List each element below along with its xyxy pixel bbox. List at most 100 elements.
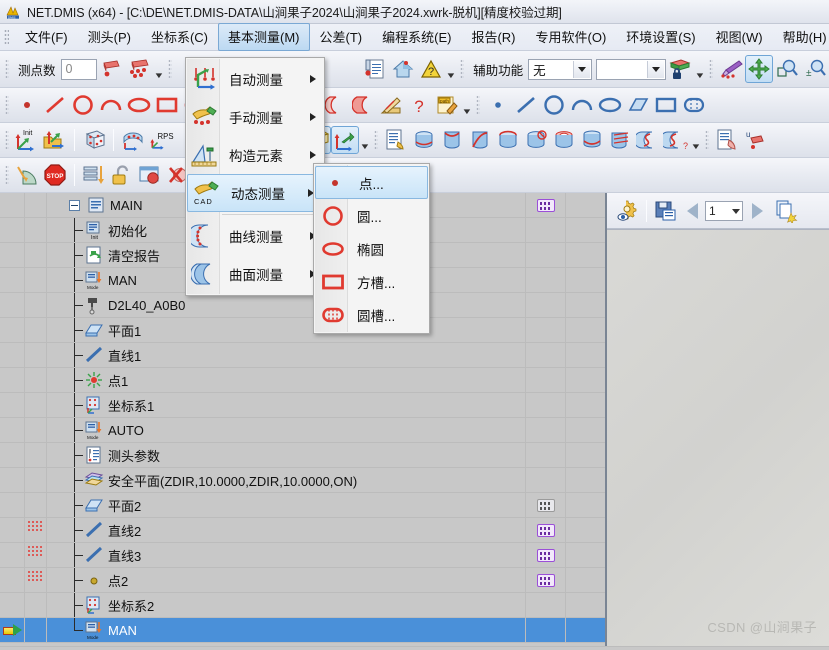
toolbar-overflow-3[interactable] <box>694 56 706 82</box>
bulb-on-icon[interactable] <box>30 522 41 538</box>
row-label-cell[interactable]: 平面1 <box>47 318 526 342</box>
row-label-cell[interactable]: 点2 <box>47 568 526 592</box>
zoom-window-icon[interactable] <box>773 55 801 83</box>
bulb-off-icon[interactable] <box>30 372 41 388</box>
menu-report[interactable]: 报告(R) <box>461 23 525 51</box>
feature-rect-slot-icon[interactable] <box>652 91 680 119</box>
row-bulb-cell[interactable] <box>25 368 47 392</box>
row-keyboard-cell[interactable] <box>526 318 566 342</box>
menu-programming-system[interactable]: 编程系统(E) <box>372 23 461 51</box>
menu-basic-measure[interactable]: 基本测量(M) <box>218 23 310 51</box>
row-marker-cell[interactable] <box>0 268 25 292</box>
row-marker-cell[interactable] <box>0 493 25 517</box>
row-label-cell[interactable]: 直线3 <box>47 543 526 567</box>
toolbar-grip-3[interactable] <box>460 59 464 80</box>
bulb-off-icon[interactable] <box>30 322 41 338</box>
report-canvas[interactable]: CSDN @山涧果子 <box>607 229 829 646</box>
menu-help[interactable]: 帮助(H) <box>773 23 829 51</box>
row-marker-cell[interactable] <box>0 443 25 467</box>
row-bulb-cell[interactable] <box>25 418 47 442</box>
row-bulb-cell[interactable] <box>25 543 47 567</box>
menu-coordinate-system[interactable]: 坐标系(C) <box>141 23 218 51</box>
element-arc-icon[interactable] <box>97 91 125 119</box>
feature-round-slot-icon[interactable] <box>680 91 708 119</box>
toolbar-grip-7[interactable] <box>5 130 9 151</box>
menu-file[interactable]: 文件(F) <box>15 23 78 51</box>
aux-function-select[interactable]: 无 <box>528 59 592 80</box>
row-marker-cell[interactable] <box>0 318 25 342</box>
row-label-cell[interactable]: 点1 <box>47 368 526 392</box>
feature-point-icon[interactable] <box>484 91 512 119</box>
row-marker-cell[interactable] <box>0 518 25 542</box>
menu-item-dynamic-measure[interactable]: CAD 动态测量 <box>187 174 323 212</box>
tree-expander-collapse-icon[interactable] <box>69 200 80 211</box>
stop-icon[interactable]: STOP <box>41 161 69 189</box>
multi-point-eraser-icon[interactable] <box>125 55 153 83</box>
init-coordinate-icon[interactable]: Init <box>13 126 41 154</box>
row-keyboard-cell[interactable] <box>526 218 566 242</box>
submenu-item-point[interactable]: 点... <box>315 166 428 199</box>
feature-plane-icon[interactable] <box>624 91 652 119</box>
feature-line-icon[interactable] <box>512 91 540 119</box>
row-bulb-cell[interactable] <box>25 393 47 417</box>
next-page-icon[interactable] <box>752 203 763 219</box>
row-bulb-cell[interactable] <box>25 518 47 542</box>
table-row[interactable]: 点1 <box>0 368 605 393</box>
toolbar-grip-5[interactable] <box>5 95 9 116</box>
feature-circle-icon[interactable] <box>540 91 568 119</box>
keyboard-icon[interactable] <box>537 524 555 537</box>
row-marker-cell[interactable] <box>0 218 25 242</box>
element-rect-slot-icon[interactable] <box>153 91 181 119</box>
cylinder-cross-icon[interactable] <box>522 126 550 154</box>
row-label-cell[interactable]: 安全平面(ZDIR,10.0000,ZDIR,10.0000,ON) <box>47 468 526 492</box>
report-page-icon[interactable] <box>713 126 741 154</box>
chevron-down-icon[interactable] <box>573 61 590 78</box>
row-keyboard-cell[interactable] <box>526 368 566 392</box>
report-list-icon[interactable] <box>382 126 410 154</box>
table-row[interactable]: D2L40_A0B0 <box>0 293 605 318</box>
cylinder-top-measure-icon[interactable] <box>410 126 438 154</box>
bulb-on-icon[interactable] <box>30 547 41 563</box>
settings-eye-icon[interactable] <box>613 197 641 225</box>
element-point-icon[interactable] <box>13 91 41 119</box>
table-row[interactable]: 直线1 <box>0 343 605 368</box>
row-keyboard-cell[interactable] <box>526 543 566 567</box>
zoom-in-out-icon[interactable]: ± <box>801 55 829 83</box>
row-marker-cell[interactable] <box>0 368 25 392</box>
toolbar-grip-2[interactable] <box>168 59 172 80</box>
row-marker-cell[interactable] <box>0 543 25 567</box>
row-bulb-cell[interactable] <box>25 593 47 617</box>
bulb-off-icon[interactable] <box>30 497 41 513</box>
table-row-empty[interactable] <box>0 643 605 646</box>
row-keyboard-cell[interactable] <box>526 193 566 217</box>
feature-arc-icon[interactable] <box>568 91 596 119</box>
toolbar-grip-9[interactable] <box>705 130 709 151</box>
point-count-input[interactable]: 0 <box>61 59 97 80</box>
toolbar-grip-6[interactable] <box>476 95 480 116</box>
bulb-off-icon[interactable] <box>30 197 41 213</box>
path-edit-icon[interactable]: path <box>433 91 461 119</box>
surface-s-curve-query-icon[interactable]: ? <box>662 126 690 154</box>
keyboard-icon[interactable] <box>537 549 555 562</box>
row-marker-cell[interactable] <box>0 468 25 492</box>
row-keyboard-cell[interactable] <box>526 243 566 267</box>
pan-move-tool-icon[interactable] <box>745 55 773 83</box>
rps-coordinate-icon[interactable]: RPS <box>147 126 175 154</box>
row-marker-cell[interactable] <box>0 568 25 592</box>
row-bulb-cell[interactable] <box>25 343 47 367</box>
menu-tolerance[interactable]: 公差(T) <box>310 23 373 51</box>
table-row[interactable]: 点2 <box>0 568 605 593</box>
row-label-cell[interactable]: 测头参数 <box>47 443 526 467</box>
row-marker-cell[interactable] <box>0 193 25 217</box>
menu-item-manual-measure[interactable]: 手动测量 <box>186 98 324 136</box>
toolbar-grip-1[interactable] <box>5 59 9 80</box>
row-bulb-cell[interactable] <box>25 568 47 592</box>
row-keyboard-cell[interactable] <box>526 618 566 642</box>
toolbar-overflow-2[interactable] <box>445 56 457 82</box>
submenu-item-rect-slot[interactable]: 方槽... <box>314 265 429 298</box>
query-help-icon[interactable]: ? <box>405 91 433 119</box>
row-marker-cell[interactable] <box>0 618 25 642</box>
table-row[interactable]: 坐标系1 <box>0 393 605 418</box>
table-row[interactable]: 平面2 <box>0 493 605 518</box>
row-bulb-cell[interactable] <box>25 493 47 517</box>
